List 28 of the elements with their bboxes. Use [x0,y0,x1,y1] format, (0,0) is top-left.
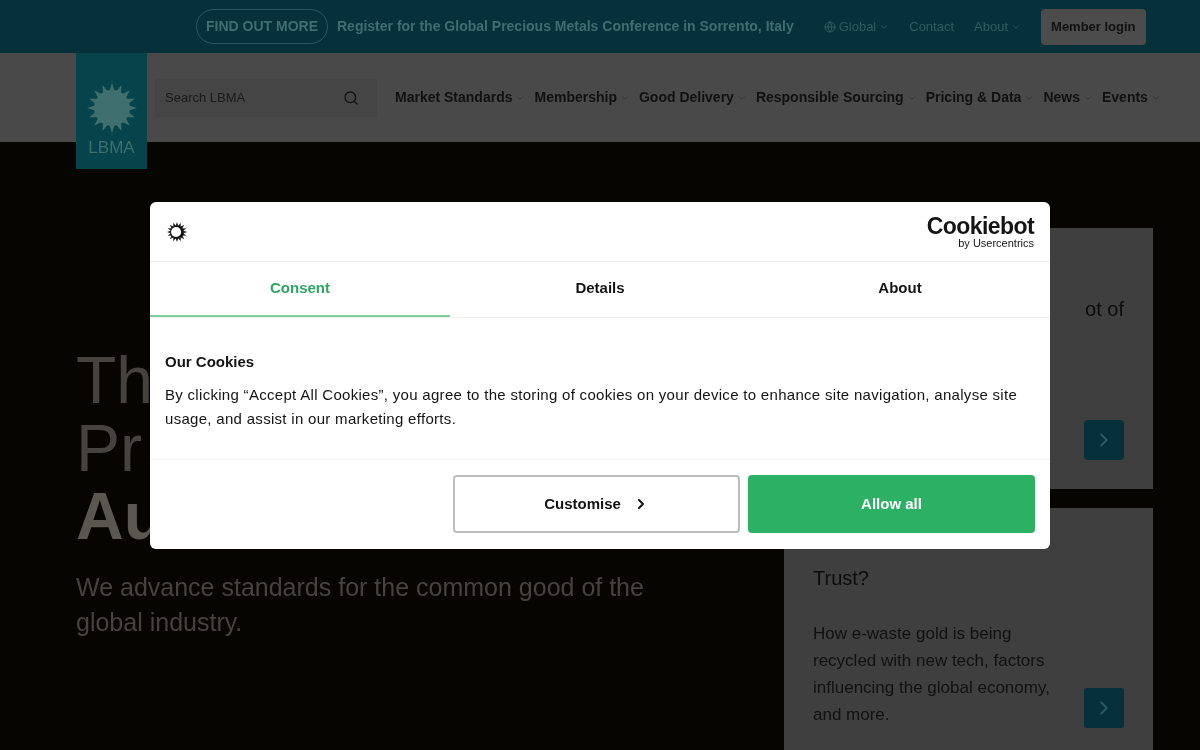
member-login-button[interactable]: Member login [1041,8,1146,45]
card-arrow-button[interactable] [1084,688,1124,728]
logo-tile[interactable]: LBMA [76,53,147,169]
globe-icon [823,20,836,33]
nav-item[interactable]: Good Delivery [638,87,747,108]
nav-item[interactable]: News [1043,87,1093,108]
nav-item[interactable]: Market Standards [395,87,526,108]
dialog-tab[interactable]: Details [450,262,750,317]
logo-text: LBMA [88,139,135,156]
hero-subtitle: We advance standards for the common good of the global industry. [76,572,645,638]
nav-item[interactable]: Membership [534,87,630,108]
dialog-heading: Our Cookies [165,352,256,372]
hero-title-text: Pr [76,414,142,482]
dialog-tab[interactable]: About [750,262,1050,317]
dialog-tab[interactable]: Consent [150,262,450,317]
customise-button[interactable]: Customise [453,475,740,533]
brand-logo-text: Cookiebot [926,214,1034,238]
card-arrow-button[interactable] [1084,420,1124,460]
dialog-text: By clicking “Accept All Cookies”, you agree to the storing of cookies on your device to enhance site navigation, analyse site usage, and assist in our marketing efforts. [165,384,1019,429]
sun-logo-icon [166,220,188,243]
nav-item[interactable]: Pricing & Data [925,87,1035,108]
allow-all-button[interactable]: Allow all [748,475,1035,533]
nav-item[interactable]: Responsible Sourcing [755,87,917,108]
nav-item[interactable]: Events [1101,87,1161,108]
hero-title-text: Th [76,346,154,414]
brand-subtitle: by Usercentrics [958,237,1034,249]
search-icon [343,89,359,106]
announcement-text: Register for the Global Precious Metals Conference in Sorrento, Italy [337,17,794,36]
